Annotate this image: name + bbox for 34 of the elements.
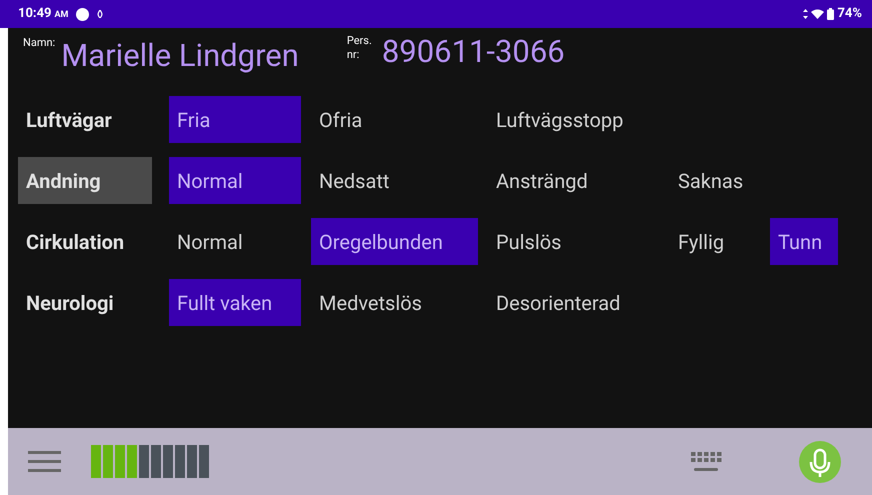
option-button[interactable]: Luftvägsstopp: [488, 96, 660, 143]
option-button[interactable]: Ansträngd: [488, 157, 660, 204]
option-button[interactable]: Fria: [169, 96, 301, 143]
name-label: Namn:: [23, 35, 56, 51]
category-label[interactable]: Andning: [18, 157, 152, 204]
keyboard-icon[interactable]: [690, 452, 722, 472]
option-button[interactable]: Medvetslös: [311, 279, 478, 326]
option-button[interactable]: Normal: [169, 157, 301, 204]
battery-icon: [827, 8, 834, 20]
category-label[interactable]: Luftvägar: [18, 96, 152, 143]
option-button[interactable]: Fyllig: [670, 218, 760, 265]
option-button[interactable]: Saknas: [670, 157, 760, 204]
menu-icon[interactable]: [28, 451, 61, 472]
data-arrows-icon: [803, 9, 808, 19]
status-ampm: AM: [54, 8, 68, 22]
flame-icon: [97, 10, 104, 18]
option-button[interactable]: Fullt vaken: [169, 279, 301, 326]
battery-percent: 74%: [837, 5, 862, 24]
id-label-bottom: nr:: [346, 49, 360, 61]
option-button[interactable]: Desorienterad: [488, 279, 660, 326]
option-button[interactable]: Nedsatt: [311, 157, 478, 204]
option-button[interactable]: Pulslös: [488, 218, 660, 265]
option-button[interactable]: Ofria: [311, 96, 478, 143]
microphone-icon[interactable]: [798, 440, 842, 484]
id-label-top: Pers.: [346, 35, 372, 47]
patient-name: Marielle Lindgren: [61, 36, 299, 76]
option-button[interactable]: Oregelbunden: [311, 218, 478, 265]
wifi-icon: [811, 9, 824, 19]
patient-id: 890611-3066: [382, 32, 565, 72]
category-label[interactable]: Cirkulation: [18, 218, 152, 265]
category-label[interactable]: Neurologi: [18, 279, 152, 326]
status-time: 10:49: [18, 5, 52, 24]
option-button[interactable]: Normal: [169, 218, 301, 265]
option-button[interactable]: Tunn: [770, 218, 838, 265]
